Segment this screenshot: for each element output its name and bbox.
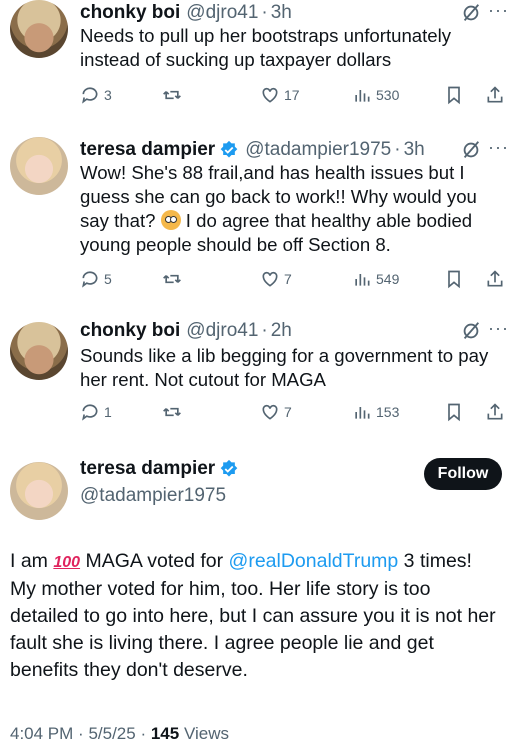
grok-icon[interactable] — [460, 2, 482, 24]
avatar[interactable] — [10, 137, 68, 195]
main-text-part: MAGA voted for — [80, 550, 229, 572]
separator-dot: · — [140, 724, 151, 743]
more-icon[interactable]: ··· — [488, 318, 507, 339]
author-name[interactable]: teresa dampier — [80, 458, 215, 480]
timestamp[interactable]: 3h — [404, 139, 425, 161]
flushed-face-icon — [160, 210, 181, 230]
bookmark-icon — [448, 403, 460, 422]
retweet-icon — [163, 274, 181, 284]
view-count: 153 — [376, 404, 400, 420]
share-button[interactable] — [485, 85, 505, 105]
view-count: 549 — [376, 271, 400, 287]
heart-icon — [262, 404, 278, 420]
heart-icon — [262, 271, 278, 287]
like-button[interactable]: 17 — [260, 85, 300, 105]
action-bar: 5 7 549 — [80, 269, 507, 293]
verified-badge-icon — [220, 459, 238, 477]
share-icon — [487, 403, 503, 420]
analytics-icon — [355, 90, 370, 102]
tweet-text: Needs to pull up her bootstraps unfortun… — [80, 25, 452, 70]
analytics-icon — [355, 274, 370, 286]
retweet-icon — [163, 407, 181, 417]
like-count: 7 — [284, 271, 292, 287]
separator-dot: · — [261, 2, 268, 23]
mention-link[interactable]: @realDonaldTrump — [229, 550, 399, 572]
timestamp[interactable]: 3h — [271, 2, 292, 24]
reply-count: 5 — [104, 271, 112, 287]
bookmark-button[interactable] — [444, 269, 464, 289]
tweet-header: teresa dampier @tadampier1975 · 3h — [80, 137, 425, 163]
author-handle[interactable]: @tadampier1975 — [245, 139, 391, 161]
more-icon[interactable]: ··· — [488, 137, 507, 158]
more-icon[interactable]: ··· — [488, 0, 507, 21]
reply-button[interactable]: 3 — [80, 85, 112, 105]
separator-dot: · — [394, 139, 401, 160]
timestamp[interactable]: 2h — [271, 320, 292, 342]
author-name[interactable]: teresa dampier — [80, 139, 215, 161]
views-count: 145 — [150, 724, 180, 743]
share-button[interactable] — [485, 269, 505, 289]
views-button[interactable]: 153 — [352, 402, 399, 422]
reply-icon — [82, 404, 98, 421]
tweet-text: Wow! She's 88 frail,and has health issue… — [80, 161, 500, 257]
author-handle[interactable]: @djro41 — [186, 2, 258, 24]
action-bar: 1 7 153 — [80, 402, 507, 426]
main-text-part: I am — [10, 550, 54, 572]
author-name-row: teresa dampier — [80, 458, 239, 480]
bookmark-icon — [448, 86, 460, 105]
heart-icon — [262, 87, 278, 103]
views-button[interactable]: 549 — [352, 269, 399, 289]
author-name[interactable]: chonky boi — [80, 320, 180, 342]
author-name[interactable]: chonky boi — [80, 2, 180, 24]
reply-count: 1 — [104, 404, 112, 420]
verified-badge-icon — [220, 140, 238, 158]
main-tweet: teresa dampier @tadampier1975 Follow — [0, 458, 507, 538]
post-date[interactable]: 5/5/25 — [88, 724, 135, 743]
reply-icon — [82, 87, 98, 104]
share-icon — [487, 270, 503, 287]
views-label: Views — [183, 724, 229, 743]
like-button[interactable]: 7 — [260, 402, 292, 422]
bookmark-icon — [448, 270, 460, 289]
reply-count: 3 — [104, 87, 112, 103]
tweet-header: chonky boi @djro41 · 3h — [80, 0, 292, 26]
avatar[interactable] — [10, 322, 68, 380]
tweet-header: chonky boi @djro41 · 2h — [80, 318, 292, 344]
grok-icon[interactable] — [460, 139, 482, 161]
retweet-button[interactable] — [162, 402, 182, 422]
avatar[interactable] — [10, 462, 68, 520]
views-button[interactable]: 530 — [352, 85, 399, 105]
bookmark-button[interactable] — [444, 85, 464, 105]
post-time[interactable]: 4:04 PM — [10, 724, 73, 743]
tweet-text: Sounds like a lib begging for a governme… — [80, 345, 489, 390]
main-tweet-text: I am 100 MAGA voted for @realDonaldTrump… — [10, 548, 502, 684]
retweet-button[interactable] — [162, 85, 182, 105]
view-count: 530 — [376, 87, 400, 103]
retweet-icon — [163, 90, 181, 100]
analytics-icon — [355, 407, 370, 419]
separator-dot: · — [261, 320, 268, 341]
like-button[interactable]: 7 — [260, 269, 292, 289]
retweet-button[interactable] — [162, 269, 182, 289]
grok-icon[interactable] — [460, 320, 482, 342]
action-bar: 3 17 530 — [80, 85, 507, 109]
author-handle[interactable]: @djro41 — [186, 320, 258, 342]
post-metadata: 4:04 PM · 5/5/25 · 145 Views — [10, 724, 229, 744]
avatar[interactable] — [10, 0, 68, 58]
reply-tweet-2[interactable]: teresa dampier @tadampier1975 · 3h ··· W… — [0, 137, 507, 307]
share-button[interactable] — [485, 402, 505, 422]
share-icon — [487, 86, 503, 103]
separator-dot: · — [78, 724, 89, 743]
follow-button[interactable]: Follow — [424, 458, 502, 490]
like-count: 17 — [284, 87, 300, 103]
reply-button[interactable]: 5 — [80, 269, 112, 289]
hundred-points-icon: 100 — [53, 554, 81, 571]
author-handle[interactable]: @tadampier1975 — [80, 485, 226, 507]
like-count: 7 — [284, 404, 292, 420]
bookmark-button[interactable] — [444, 402, 464, 422]
reply-tweet-3[interactable]: chonky boi @djro41 · 2h ··· Sounds like … — [0, 318, 507, 438]
reply-icon — [82, 271, 98, 288]
reply-button[interactable]: 1 — [80, 402, 112, 422]
reply-tweet-1[interactable]: chonky boi @djro41 · 3h ··· Needs to pul… — [0, 0, 507, 118]
